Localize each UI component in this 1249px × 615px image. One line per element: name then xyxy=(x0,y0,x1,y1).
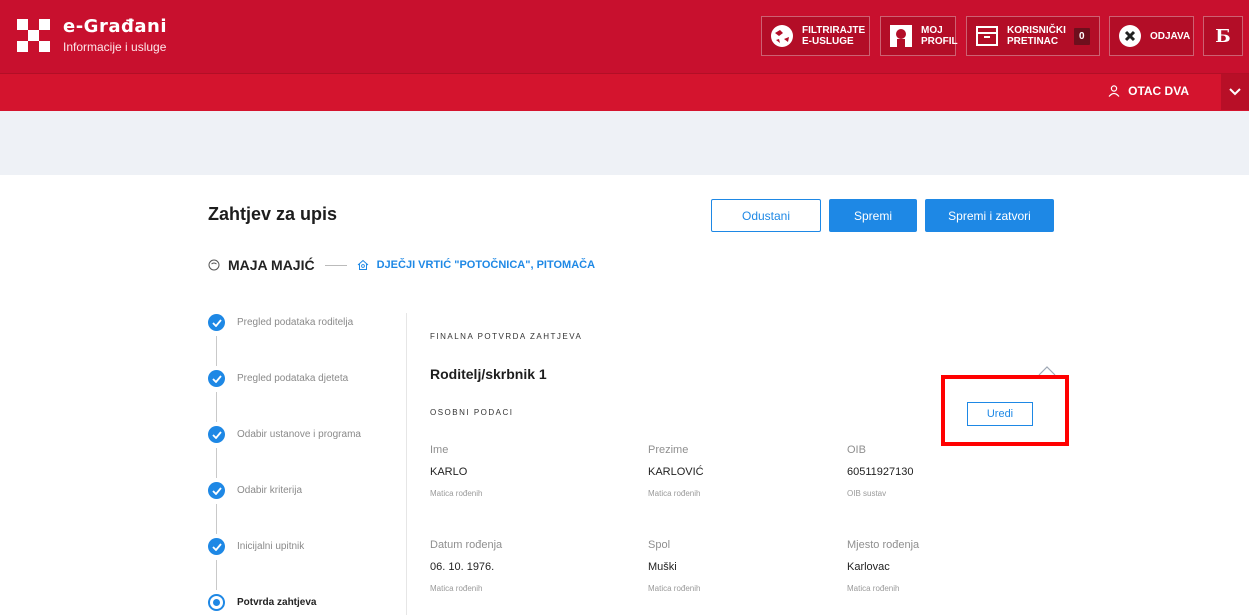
page-title: Zahtjev za upis xyxy=(208,204,338,224)
child-name: MAJA MAJIĆ xyxy=(228,257,315,273)
globe-icon xyxy=(770,24,794,48)
save-and-close-button[interactable]: Spremi i zatvori xyxy=(925,199,1054,232)
field-value: 06. 10. 1976. xyxy=(430,561,495,573)
check-icon xyxy=(208,538,225,555)
step-item[interactable]: Inicijalni upitnik xyxy=(208,538,304,555)
page-banner xyxy=(0,111,1249,175)
child-info: MAJA MAJIĆ DJEČJI VRTIĆ "POTOČNICA", PIT… xyxy=(208,257,595,273)
field-source: Matica rođenih xyxy=(648,489,701,498)
step-item[interactable]: Odabir ustanove i programa xyxy=(208,426,361,443)
check-icon xyxy=(208,314,225,331)
step-label: Odabir ustanove i programa xyxy=(237,429,361,440)
filter-services-button[interactable]: FILTRIRAJTE E-USLUGE xyxy=(761,16,870,56)
field-label: Prezime xyxy=(648,444,689,456)
kindergarten-name[interactable]: DJEČJI VRTIĆ "POTOČNICA", PITOMAČA xyxy=(377,259,595,271)
brand-subtitle: Informacije i usluge xyxy=(63,40,167,54)
field-value: 60511927130 xyxy=(847,466,914,478)
check-icon xyxy=(208,426,225,443)
section-label: FINALNA POTVRDA ZAHTJEVA xyxy=(430,332,583,341)
my-profile-label: MOJ PROFIL xyxy=(921,25,958,47)
radio-icon xyxy=(208,594,225,611)
field-value: KARLO xyxy=(430,466,468,478)
inbox-count-badge: 0 xyxy=(1074,27,1090,45)
chevron-down-icon[interactable] xyxy=(1221,74,1249,110)
field-label: Spol xyxy=(648,539,671,551)
user-inbox-button[interactable]: KORISNIČKI PRETINAC 0 xyxy=(966,16,1100,56)
user-name: OTAC DVA xyxy=(1128,84,1189,98)
field-source: OIB sustav xyxy=(847,489,887,498)
step-label: Pregled podataka roditelja xyxy=(237,317,354,328)
accessibility-icon[interactable]: Ƃ xyxy=(1203,16,1243,56)
step-label: Pregled podataka djeteta xyxy=(237,373,349,384)
field-label: Ime xyxy=(430,444,449,456)
field-label: OIB xyxy=(847,444,866,456)
field-label: Datum rođenja xyxy=(430,539,503,551)
separator xyxy=(324,264,347,266)
user-menu[interactable]: OTAC DVA xyxy=(1108,84,1189,98)
step-connector xyxy=(216,504,217,534)
logout-button[interactable]: ODJAVA xyxy=(1109,16,1194,56)
logout-label: ODJAVA xyxy=(1150,30,1191,42)
child-icon xyxy=(208,259,220,271)
field-value: Muški xyxy=(648,561,677,573)
check-icon xyxy=(208,370,225,387)
step-connector xyxy=(216,448,217,478)
close-icon xyxy=(1118,24,1142,48)
field-source: Matica rođenih xyxy=(430,489,483,498)
personal-data-label: OSOBNI PODACI xyxy=(430,408,514,417)
logo-icon[interactable] xyxy=(17,19,51,53)
inbox-icon xyxy=(975,24,999,48)
step-item[interactable]: Pregled podataka roditelja xyxy=(208,314,353,331)
field-source: Matica rođenih xyxy=(430,584,483,593)
top-header: e-Građani Informacije i usluge FILTRIRAJ… xyxy=(0,0,1249,73)
step-label: Odabir kriterija xyxy=(237,485,303,496)
my-profile-button[interactable]: MOJ PROFIL xyxy=(880,16,958,56)
field-value: Karlovac xyxy=(847,561,890,573)
brand-title[interactable]: e-Građani xyxy=(63,16,167,37)
user-icon xyxy=(1108,85,1120,97)
highlight-box xyxy=(941,375,1069,446)
field-source: Matica rođenih xyxy=(847,584,900,593)
profile-icon xyxy=(889,24,913,48)
parent-title: Roditelj/skrbnik 1 xyxy=(430,366,547,382)
field-source: Matica rođenih xyxy=(648,584,701,593)
field-label: Mjesto rođenja xyxy=(847,539,920,551)
user-bar xyxy=(0,73,1249,111)
step-label: Inicijalni upitnik xyxy=(237,541,305,552)
step-connector xyxy=(216,560,217,590)
step-item[interactable]: Pregled podataka djeteta xyxy=(208,370,348,387)
user-inbox-label: KORISNIČKI PRETINAC xyxy=(1007,25,1066,47)
step-connector xyxy=(216,392,217,422)
check-icon xyxy=(208,482,225,499)
step-connector xyxy=(216,336,217,366)
divider xyxy=(406,313,407,615)
field-value: KARLOVIĆ xyxy=(648,466,704,478)
step-item[interactable]: Odabir kriterija xyxy=(208,482,302,499)
cancel-button[interactable]: Odustani xyxy=(711,199,821,232)
save-button[interactable]: Spremi xyxy=(829,199,917,232)
filter-services-label: FILTRIRAJTE E-USLUGE xyxy=(802,25,866,47)
step-item-active[interactable]: Potvrda zahtjeva xyxy=(208,594,316,611)
step-label: Potvrda zahtjeva xyxy=(237,597,317,608)
home-icon xyxy=(357,259,368,270)
